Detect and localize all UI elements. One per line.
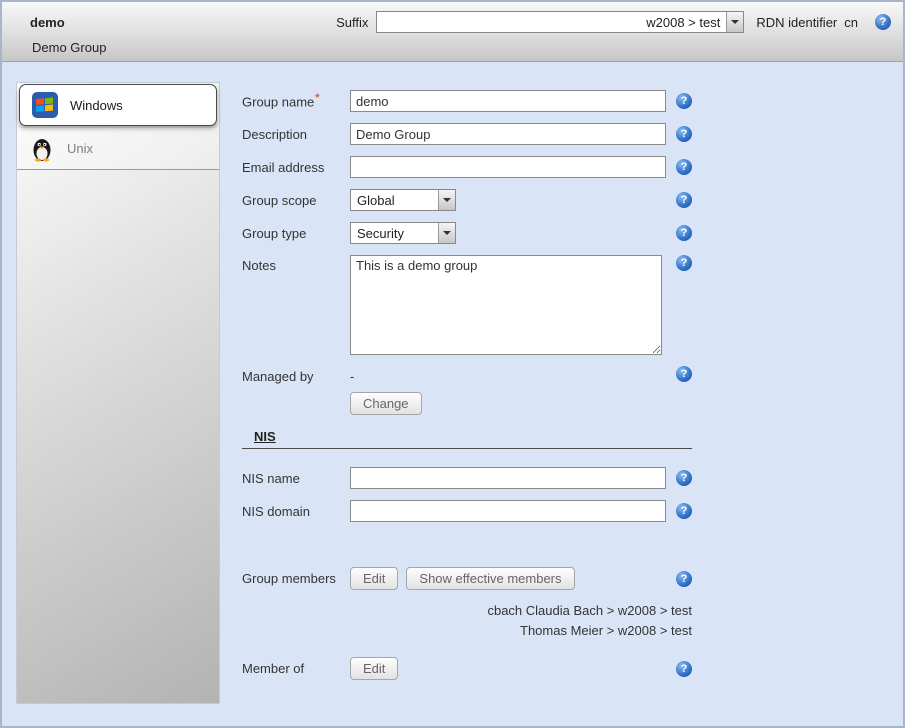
rdn-identifier-value: cn: [844, 15, 858, 30]
content: Windows Unix: [2, 62, 903, 726]
group-members-row: Group members Edit Show effective member…: [242, 567, 692, 590]
group-form: Group name* ? Description ? Email addres…: [220, 82, 692, 704]
group-name-row: Group name* ?: [242, 90, 692, 112]
tab-windows[interactable]: Windows: [19, 84, 217, 126]
description-label: Description: [242, 127, 350, 142]
chevron-down-icon: [438, 223, 455, 243]
help-icon[interactable]: ?: [676, 192, 692, 208]
page-title: demo: [30, 15, 65, 30]
windows-icon: [32, 92, 58, 118]
chevron-down-icon: [726, 12, 743, 32]
nis-section-header: NIS: [242, 429, 692, 449]
tab-unix[interactable]: Unix: [17, 128, 219, 170]
help-icon[interactable]: ?: [676, 126, 692, 142]
chevron-down-icon: [438, 190, 455, 210]
nis-name-label: NIS name: [242, 471, 350, 486]
help-icon[interactable]: ?: [676, 255, 692, 271]
managed-by-label: Managed by: [242, 366, 350, 384]
header: demo Suffix w2008 > test RDN identifier …: [2, 2, 903, 62]
notes-textarea[interactable]: This is a demo group: [350, 255, 662, 355]
description-input[interactable]: [350, 123, 666, 145]
group-type-label: Group type: [242, 226, 350, 241]
help-icon[interactable]: ?: [676, 93, 692, 109]
required-marker: *: [315, 92, 319, 104]
suffix-select[interactable]: w2008 > test: [376, 11, 744, 33]
nis-domain-label: NIS domain: [242, 504, 350, 519]
group-name-input[interactable]: [350, 90, 666, 112]
change-button[interactable]: Change: [350, 392, 422, 415]
group-member-item: cbach Claudia Bach > w2008 > test: [242, 601, 692, 621]
help-icon[interactable]: ?: [676, 366, 692, 382]
email-label: Email address: [242, 160, 350, 175]
help-icon[interactable]: ?: [875, 14, 891, 30]
description-row: Description ?: [242, 123, 692, 145]
group-scope-row: Group scope Global ?: [242, 189, 692, 211]
help-icon[interactable]: ?: [676, 571, 692, 587]
group-type-value: Security: [351, 226, 438, 241]
email-input[interactable]: [350, 156, 666, 178]
nis-domain-row: NIS domain ?: [242, 500, 692, 522]
group-type-row: Group type Security ?: [242, 222, 692, 244]
show-effective-members-button[interactable]: Show effective members: [406, 567, 574, 590]
help-icon[interactable]: ?: [676, 225, 692, 241]
group-members-edit-button[interactable]: Edit: [350, 567, 398, 590]
group-scope-label: Group scope: [242, 193, 350, 208]
tab-unix-label: Unix: [67, 141, 93, 156]
group-member-item: Thomas Meier > w2008 > test: [242, 621, 692, 641]
module-sidebar: Windows Unix: [16, 82, 220, 704]
group-edit-window: demo Suffix w2008 > test RDN identifier …: [0, 0, 905, 728]
nis-name-row: NIS name ?: [242, 467, 692, 489]
rdn-identifier-label: RDN identifier: [756, 15, 837, 30]
unix-icon: [29, 136, 55, 162]
email-row: Email address ?: [242, 156, 692, 178]
managed-by-row: Managed by - Change ?: [242, 366, 692, 415]
nis-domain-input[interactable]: [350, 500, 666, 522]
help-icon[interactable]: ?: [676, 159, 692, 175]
member-of-edit-button[interactable]: Edit: [350, 657, 398, 680]
group-members-list: cbach Claudia Bach > w2008 > test Thomas…: [242, 601, 692, 641]
help-icon[interactable]: ?: [676, 661, 692, 677]
group-members-label: Group members: [242, 571, 350, 586]
member-of-label: Member of: [242, 661, 350, 676]
notes-row: Notes This is a demo group ?: [242, 255, 692, 355]
page-subtitle: Demo Group: [32, 40, 891, 55]
notes-label: Notes: [242, 255, 350, 273]
group-name-label: Group name*: [242, 92, 350, 109]
member-of-row: Member of Edit ?: [242, 657, 692, 680]
help-icon[interactable]: ?: [676, 503, 692, 519]
suffix-select-value: w2008 > test: [377, 15, 726, 30]
nis-name-input[interactable]: [350, 467, 666, 489]
group-type-select[interactable]: Security: [350, 222, 456, 244]
suffix-label: Suffix: [336, 15, 368, 30]
tab-windows-label: Windows: [70, 98, 123, 113]
help-icon[interactable]: ?: [676, 470, 692, 486]
managed-by-value: -: [350, 366, 354, 384]
group-scope-select[interactable]: Global: [350, 189, 456, 211]
group-scope-value: Global: [351, 193, 438, 208]
nis-section-title: NIS: [254, 429, 276, 444]
